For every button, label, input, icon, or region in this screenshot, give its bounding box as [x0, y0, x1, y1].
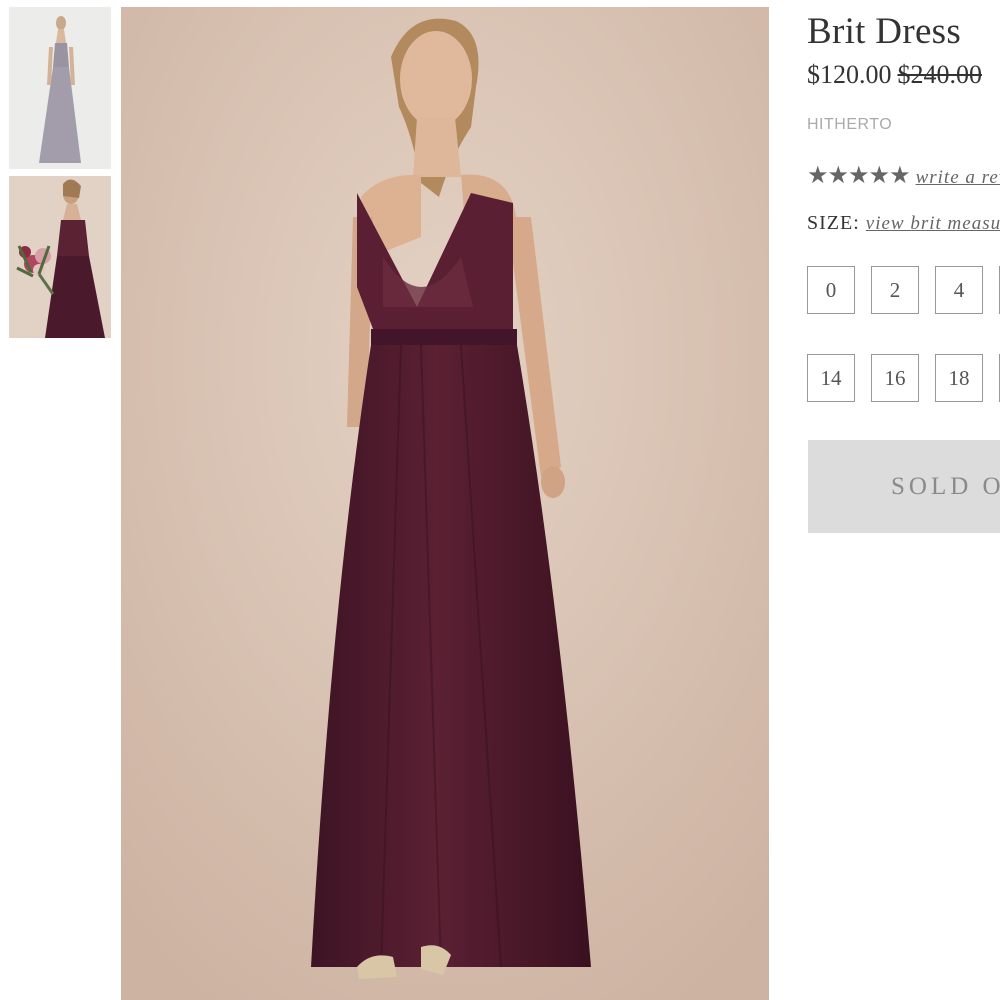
star-rating-icon: ★★★★★ [807, 163, 911, 189]
sold-out-button[interactable]: SOLD OUT [808, 440, 1000, 533]
product-info-panel: Brit Dress $120.00 $240.00 HITHERTO ★★★★★… [807, 0, 1000, 1000]
product-page: Brit Dress $120.00 $240.00 HITHERTO ★★★★★… [0, 0, 1000, 1000]
main-product-image [121, 7, 769, 1000]
brand-name: HITHERTO [807, 116, 893, 133]
main-product-photo [121, 7, 769, 1000]
rating-row: ★★★★★write a review [807, 161, 1000, 190]
size-label: SIZE: [807, 212, 860, 234]
size-option-2[interactable]: 2 [871, 266, 919, 314]
size-option-16[interactable]: 16 [871, 354, 919, 402]
product-title: Brit Dress [807, 11, 962, 52]
write-review-link[interactable]: write a review [916, 167, 1000, 188]
size-option-4[interactable]: 4 [935, 266, 983, 314]
sale-price: $120.00 [807, 60, 892, 89]
thumbnail-bouquet-view[interactable] [9, 176, 111, 338]
size-guide-link[interactable]: view brit measurements [866, 213, 1000, 234]
thumbnail-front-view[interactable] [9, 7, 111, 169]
size-option-14[interactable]: 14 [807, 354, 855, 402]
thumbnail-front-image [9, 7, 111, 169]
size-row: SIZE: view brit measurements [807, 212, 1000, 235]
original-price: $240.00 [897, 60, 983, 89]
size-option-0[interactable]: 0 [807, 266, 855, 314]
size-option-18[interactable]: 18 [935, 354, 983, 402]
price-block: $120.00 $240.00 [807, 60, 982, 90]
thumbnail-bouquet-image [9, 176, 111, 338]
